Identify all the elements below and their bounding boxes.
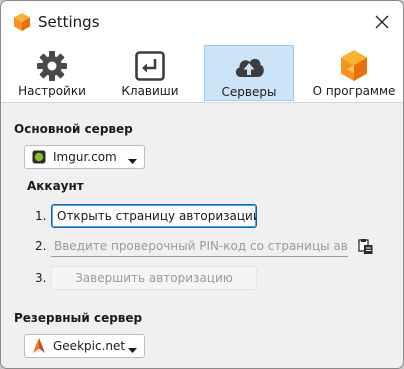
tab-servers-label: Серверы [221, 85, 277, 99]
title-bar: Settings [1, 1, 403, 43]
primary-server-value: Imgur.com [53, 150, 117, 164]
backup-server-value: Geekpic.net [53, 339, 126, 353]
cloud-upload-icon [232, 50, 266, 84]
account-title: Аккаунт [27, 179, 84, 193]
step-1-number: 1. [35, 209, 47, 223]
tab-hotkeys[interactable]: Клавиши [111, 45, 189, 101]
close-button[interactable] [367, 9, 397, 35]
enter-key-icon [133, 49, 167, 83]
chevron-down-icon [128, 154, 137, 168]
tab-about-label: О программе [312, 84, 396, 98]
close-icon [375, 15, 389, 29]
tab-servers[interactable]: Серверы [204, 45, 294, 101]
gear-icon [35, 49, 69, 83]
settings-toolbar: Настройки Клавиши Серверы О программе [1, 43, 403, 103]
tab-settings[interactable]: Настройки [13, 45, 91, 101]
app-logo-icon [12, 12, 32, 32]
settings-window: Settings Настройки Клавиши Серверы О про… [0, 0, 404, 369]
backup-server-select[interactable]: Geekpic.net [24, 334, 145, 358]
finish-auth-button[interactable]: Завершить авторизацию [51, 266, 257, 290]
tab-about[interactable]: О программе [309, 45, 399, 101]
tab-settings-label: Настройки [18, 84, 86, 98]
step-2-number: 2. [35, 239, 47, 253]
primary-server-title: Основной сервер [14, 122, 133, 136]
open-auth-page-button[interactable]: Открыть страницу авторизации... [51, 204, 257, 228]
geekpic-icon [32, 338, 46, 353]
pin-code-input[interactable]: Введите проверочный PIN-код со страницы … [51, 235, 348, 257]
primary-server-select[interactable]: Imgur.com [24, 145, 145, 169]
imgur-icon [32, 150, 46, 164]
backup-server-title: Резервный сервер [14, 311, 143, 325]
paste-icon[interactable] [358, 239, 374, 255]
window-title: Settings [38, 13, 100, 31]
app-logo-icon [337, 49, 371, 83]
step-3-number: 3. [35, 271, 47, 285]
tab-hotkeys-label: Клавиши [121, 84, 179, 98]
chevron-down-icon [128, 343, 137, 357]
